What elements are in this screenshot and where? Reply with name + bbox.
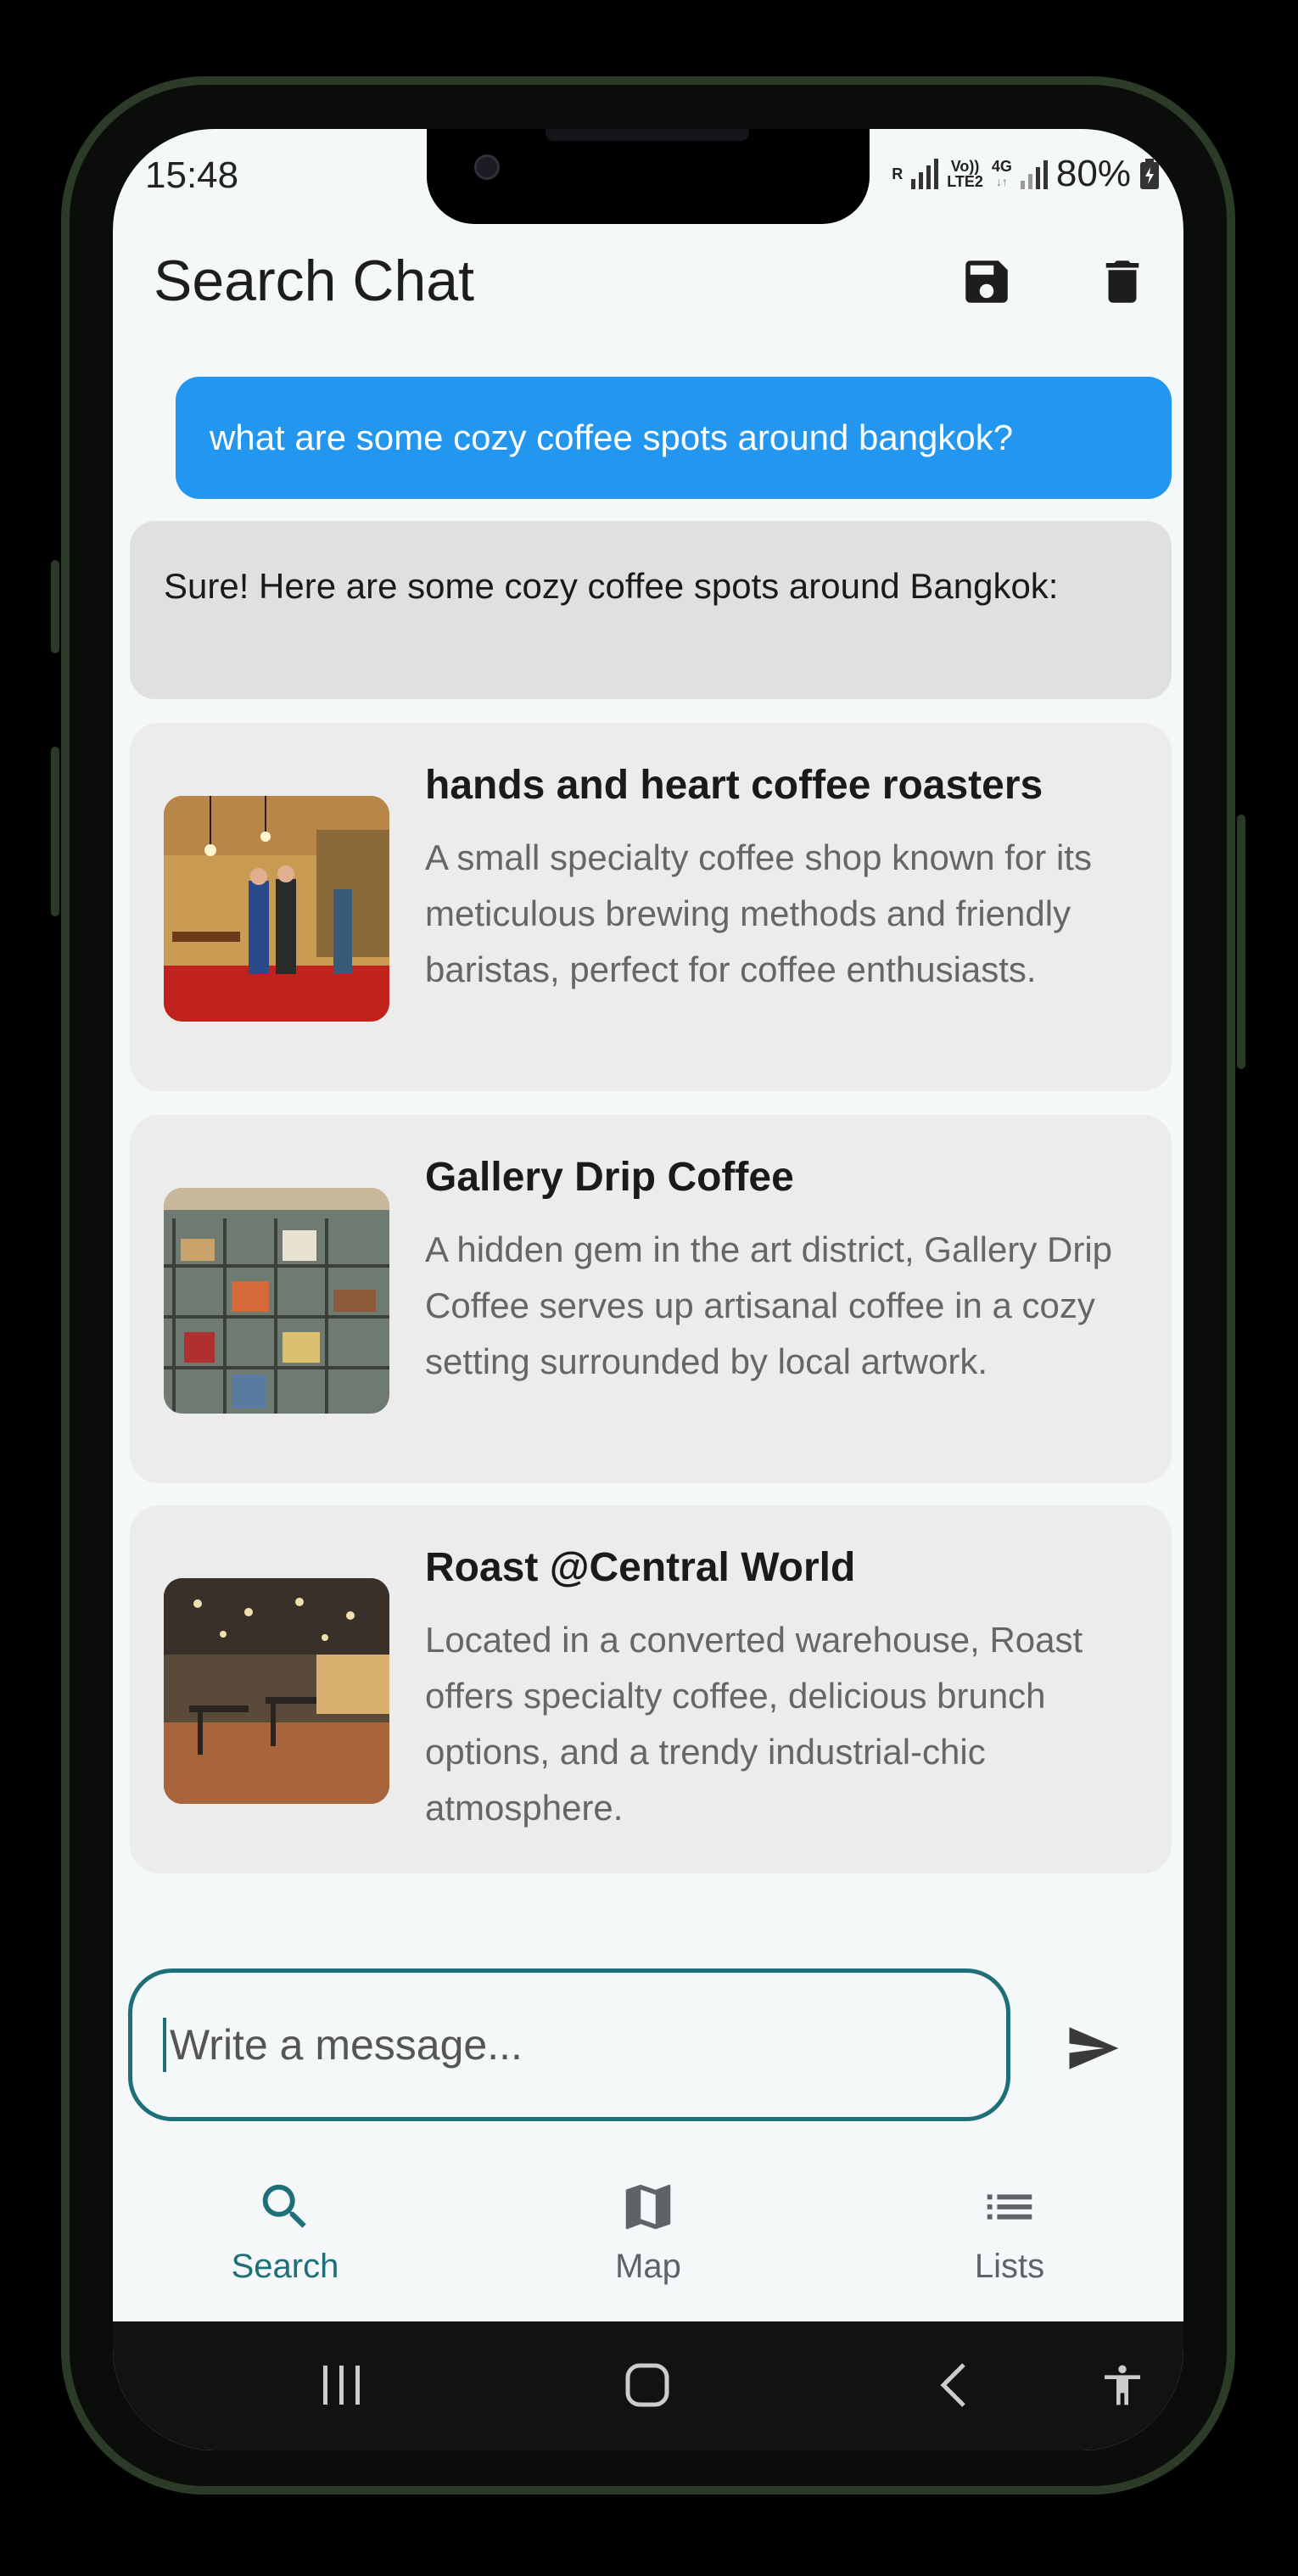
status-icons: R Vo)) LTE2 4G ↓↑ 80%: [892, 153, 1160, 195]
accessibility-button[interactable]: [1088, 2355, 1156, 2415]
roaming-indicator: R: [892, 165, 904, 182]
nav-item-map[interactable]: Map: [521, 2177, 775, 2286]
data-arrows-icon: ↓↑: [995, 175, 1008, 188]
user-message-bubble: what are some cozy coffee spots around b…: [176, 377, 1172, 499]
cafe-photo-2: [164, 1188, 389, 1414]
user-message-text: what are some cozy coffee spots around b…: [210, 417, 1014, 457]
battery-icon: [1140, 159, 1159, 189]
result-thumbnail: [164, 796, 389, 1022]
send-button[interactable]: [1055, 2014, 1131, 2082]
signal-icon-2: [1020, 159, 1048, 189]
text-caret: [163, 2018, 166, 2072]
save-button[interactable]: [953, 248, 1021, 316]
phone-volume-button: [51, 747, 59, 916]
message-input-container[interactable]: [128, 1968, 1010, 2121]
phone-side-button: [51, 560, 59, 653]
recents-button[interactable]: [308, 2355, 376, 2415]
signal-icon: [911, 159, 939, 189]
save-icon: [965, 260, 1008, 303]
home-button[interactable]: [613, 2355, 681, 2415]
network-generation: 4G: [991, 158, 1012, 175]
result-thumbnail: [164, 1578, 389, 1804]
bot-message-bubble: Sure! Here are some cozy coffee spots ar…: [130, 521, 1172, 699]
send-icon: [1069, 2027, 1119, 2069]
page-title: Search Chat: [154, 249, 474, 313]
accessibility-icon: [1105, 2365, 1140, 2405]
result-thumbnail: [164, 1188, 389, 1414]
nav-label-search: Search: [231, 2248, 339, 2285]
result-card[interactable]: Gallery Drip Coffee A hidden gem in the …: [130, 1115, 1172, 1483]
volte-indicator: Vo)) LTE2: [947, 159, 983, 189]
result-description: Located in a converted warehouse, Roast …: [425, 1620, 1083, 1828]
list-icon: [987, 2194, 1032, 2220]
message-input[interactable]: [168, 2019, 935, 2070]
screen: 15:48 R Vo)) LTE2 4G ↓↑ 80% Search Chat: [113, 129, 1183, 2450]
camera-notch: [427, 129, 870, 224]
lte-label: LTE2: [947, 173, 983, 190]
back-button[interactable]: [919, 2355, 987, 2415]
home-icon: [625, 2363, 669, 2407]
result-title: Roast @Central World: [425, 1545, 856, 1590]
map-icon: [625, 2184, 671, 2230]
nav-label-map: Map: [615, 2248, 681, 2285]
result-description: A hidden gem in the art district, Galler…: [425, 1229, 1113, 1381]
nav-item-lists[interactable]: Lists: [882, 2177, 1137, 2286]
result-description: A small specialty coffee shop known for …: [425, 837, 1092, 989]
cafe-photo-1: [164, 796, 389, 1022]
network-indicator: 4G ↓↑: [992, 159, 1012, 189]
cafe-photo-3: [164, 1578, 389, 1804]
volte-label: Vo)): [950, 158, 980, 175]
status-time: 15:48: [145, 154, 239, 196]
front-camera: [474, 154, 500, 180]
nav-item-search[interactable]: Search: [158, 2177, 412, 2286]
delete-button[interactable]: [1088, 248, 1156, 316]
nav-label-lists: Lists: [974, 2248, 1045, 2285]
earpiece: [545, 129, 749, 141]
system-navigation-bar: [113, 2321, 1183, 2450]
battery-percent: 80%: [1055, 153, 1131, 194]
phone-power-button: [1237, 815, 1245, 1069]
result-card[interactable]: hands and heart coffee roasters A small …: [130, 723, 1172, 1091]
result-card[interactable]: Roast @Central World Located in a conver…: [130, 1505, 1172, 1873]
recents-icon: [323, 2366, 360, 2405]
bottom-navigation: Search Map Lists: [113, 2143, 1183, 2321]
delete-icon: [1105, 260, 1139, 303]
result-title: Gallery Drip Coffee: [425, 1155, 794, 1200]
bot-message-text: Sure! Here are some cozy coffee spots ar…: [164, 566, 1059, 606]
back-icon: [940, 2363, 965, 2407]
search-icon: [262, 2184, 306, 2228]
result-title: hands and heart coffee roasters: [425, 763, 1043, 808]
